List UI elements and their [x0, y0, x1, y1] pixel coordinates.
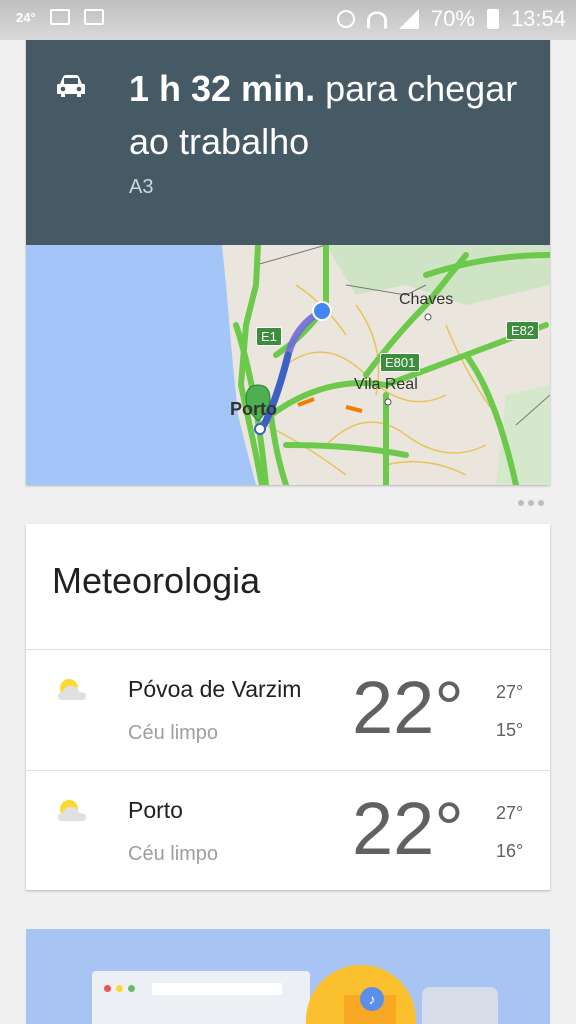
status-right: 70% 13:54 [336, 6, 566, 32]
commute-title: 1 h 32 min. para chegar ao trabalho [129, 62, 529, 168]
status-time: 13:54 [510, 6, 566, 31]
map-shield-e82: E82 [506, 321, 540, 340]
commute-route: A3 [129, 176, 154, 198]
map-shield-e801: E801 [380, 353, 421, 372]
signal-icon [398, 9, 419, 29]
weather-condition: Céu limpo [128, 843, 219, 865]
card-overflow-menu-icon[interactable] [518, 500, 544, 506]
weather-low: 15° [496, 720, 524, 740]
weather-city: Porto [128, 797, 183, 823]
weather-temperature: 22° [352, 666, 464, 749]
wifi-icon [367, 10, 387, 28]
commute-header: 1 h 32 min. para chegar ao trabalho A3 [26, 24, 550, 245]
map-graphic [26, 245, 550, 485]
route-map[interactable]: Chaves Vila Real Porto E1 E801 E82 [26, 245, 550, 485]
map-label-chaves: Chaves [399, 291, 454, 308]
status-bar: 24° 70% 13:54 [0, 0, 576, 40]
promo-card[interactable]: ♪ [26, 929, 550, 1024]
status-temperature: 24° [16, 9, 36, 25]
car-icon [56, 74, 86, 98]
notification-mail-icon [49, 9, 70, 25]
browser-illustration [92, 971, 310, 1024]
map-label-porto: Porto [230, 399, 277, 419]
phone-illustration [422, 987, 498, 1024]
commute-card[interactable]: 1 h 32 min. para chegar ao trabalho A3 C… [26, 24, 550, 485]
weather-condition: Céu limpo [128, 722, 219, 744]
map-label-vila-real: Vila Real [354, 376, 418, 393]
weather-low: 16° [496, 841, 524, 861]
weather-high: 27° [496, 803, 524, 823]
weather-high: 27° [496, 682, 524, 702]
notification-gmail-icon [83, 9, 104, 25]
battery-percent: 70% [430, 6, 475, 31]
battery-icon [486, 9, 499, 29]
weather-city: Póvoa de Varzim [128, 676, 302, 702]
music-note-icon: ♪ [360, 987, 384, 1011]
alarm-icon [336, 10, 355, 28]
weather-row[interactable]: Porto Céu limpo 22° 27° 16° [26, 771, 550, 891]
partly-cloudy-icon [52, 674, 92, 704]
map-shield-e1: E1 [256, 327, 282, 346]
partly-cloudy-icon [52, 795, 92, 825]
weather-title: Meteorologia [52, 560, 261, 601]
commute-duration: 1 h 32 min. [129, 68, 316, 109]
weather-card[interactable]: Meteorologia Póvoa de Varzim Céu limpo 2… [26, 524, 550, 890]
weather-temperature: 22° [352, 787, 464, 870]
status-left: 24° [16, 9, 104, 25]
weather-row[interactable]: Póvoa de Varzim Céu limpo 22° 27° 15° [26, 650, 550, 770]
